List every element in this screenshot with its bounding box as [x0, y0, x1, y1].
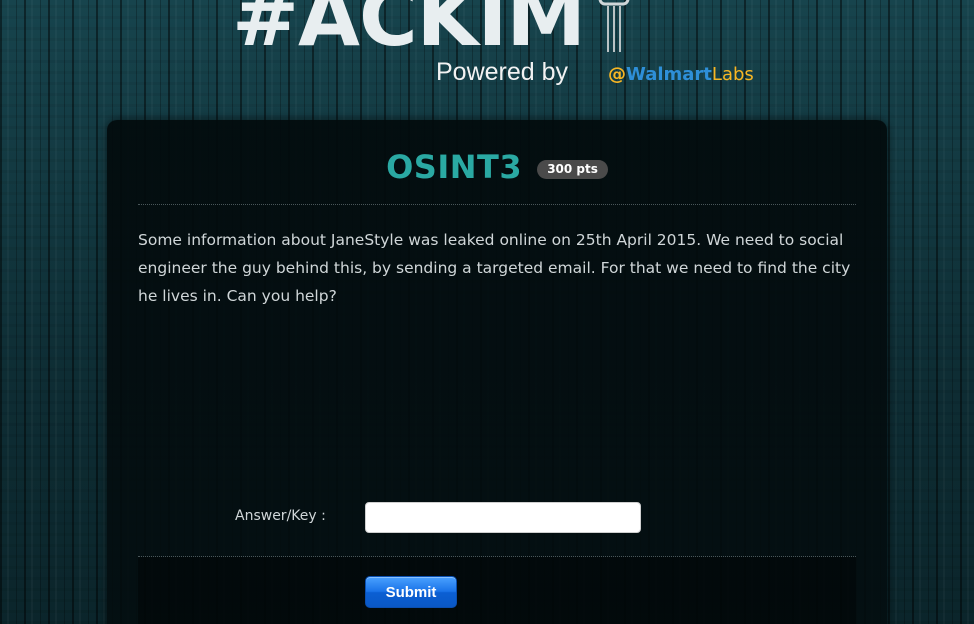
sponsor-labs: Labs — [711, 64, 754, 85]
sponsor-at: @ — [608, 64, 626, 85]
challenge-title: OSINT3 — [386, 148, 523, 186]
sponsor-walmart: Walmart — [626, 64, 712, 85]
answer-label: Answer/Key : — [235, 508, 326, 524]
site-logo: #ACKIM Powered by @WalmartLabs — [232, 0, 772, 100]
logo-text: #ACKIM — [232, 0, 586, 64]
submit-button[interactable]: Submit — [365, 576, 457, 608]
powered-by-text: Powered by — [436, 58, 569, 86]
walmart-labs-logo: @WalmartLabs — [608, 64, 754, 85]
challenge-header: OSINT3 300 pts — [107, 148, 887, 186]
challenge-panel: OSINT3 300 pts Some information about Ja… — [107, 120, 887, 624]
answer-input[interactable] — [365, 502, 641, 533]
form-actions — [138, 557, 856, 624]
points-badge: 300 pts — [537, 159, 608, 179]
challenge-description: Some information about JaneStyle was lea… — [138, 231, 851, 305]
logo-badge-icon — [598, 0, 630, 52]
header-divider — [138, 204, 856, 205]
